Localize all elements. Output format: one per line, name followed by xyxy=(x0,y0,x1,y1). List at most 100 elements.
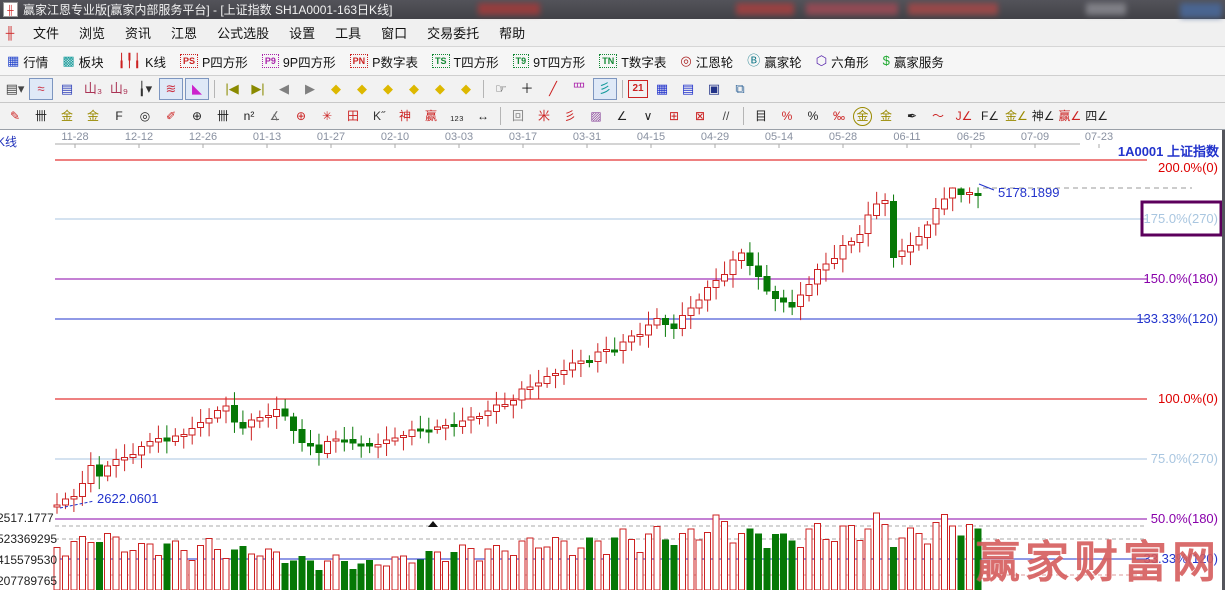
left-scale-value: 207789765 xyxy=(0,574,57,588)
save-icon[interactable]: ▣ xyxy=(702,78,726,100)
kline-button[interactable]: ╽╿╽K线 xyxy=(111,49,173,73)
ying-tool-icon[interactable]: 赢 xyxy=(419,105,443,127)
j-angle-icon[interactable]: J∠ xyxy=(952,105,976,127)
gold-tally-icon[interactable]: 金 xyxy=(55,105,79,127)
shen-tool-icon[interactable]: 神 xyxy=(393,105,417,127)
permille-icon[interactable]: ‰ xyxy=(827,105,851,127)
gold-tally2-icon[interactable]: 金 xyxy=(81,105,105,127)
percent-icon[interactable]: % xyxy=(801,105,825,127)
diamond-cross-icon[interactable]: ◆ xyxy=(402,78,426,100)
goto-last-icon[interactable]: ▶| xyxy=(246,78,270,100)
pencil-tool-icon[interactable]: ✎ xyxy=(3,105,27,127)
scale-list-icon[interactable]: 目 xyxy=(749,105,773,127)
k-marks-icon[interactable]: K˝ xyxy=(367,105,391,127)
f-angle-icon[interactable]: F∠ xyxy=(978,105,1002,127)
gold-wave-icon[interactable]: 〜 xyxy=(926,105,950,127)
ink-brush-icon[interactable]: ✒ xyxy=(900,105,924,127)
menu-item-文件[interactable]: 文件 xyxy=(23,23,69,42)
menu-item-交易委托[interactable]: 交易委托 xyxy=(417,23,489,42)
diamond-star-icon[interactable]: ◆ xyxy=(428,78,452,100)
remote-pc-icon[interactable]: ⧉ xyxy=(728,78,752,100)
blurred-decal xyxy=(478,3,540,15)
diamond-left-icon[interactable]: ◆ xyxy=(324,78,348,100)
ruler-123-icon[interactable]: ₁₂₃ xyxy=(445,105,469,127)
goto-first-icon[interactable]: |◀ xyxy=(220,78,244,100)
tally2-icon[interactable]: 卌 xyxy=(211,105,235,127)
hexagon-button[interactable]: ⬡六角形 xyxy=(809,49,876,73)
menu-item-公式选股[interactable]: 公式选股 xyxy=(207,23,279,42)
t-table-button[interactable]: TNT数字表 xyxy=(592,49,673,73)
quotes-button[interactable]: ▦行情 xyxy=(0,49,55,73)
target-icon[interactable]: ⊕ xyxy=(289,105,313,127)
h-range-icon[interactable]: ↔ xyxy=(471,105,495,127)
zigzag-red-icon[interactable]: ≋ xyxy=(159,78,183,100)
t-square-button[interactable]: TST四方形 xyxy=(425,49,506,73)
menu-item-帮助[interactable]: 帮助 xyxy=(489,23,535,42)
angle-lines-icon[interactable]: ∠ xyxy=(610,105,634,127)
frame-handles-icon[interactable]: 回 xyxy=(506,105,530,127)
trendline-tool-icon[interactable]: ╱ xyxy=(541,78,565,100)
winner-service-button[interactable]: $赢家服务 xyxy=(876,49,951,73)
diamond-h-icon[interactable]: ◆ xyxy=(376,78,400,100)
angle-a-icon[interactable]: ∡ xyxy=(263,105,287,127)
f-tally-icon[interactable]: F xyxy=(107,105,131,127)
gann-box-tool-icon[interactable]: 罒 xyxy=(567,78,591,100)
kline-chart-canvas[interactable]: 11-2812-1212-2601-1301-2702-1003-0303-17… xyxy=(0,130,1225,590)
9t-square-button[interactable]: T99T四方形 xyxy=(506,49,593,73)
gann-wheel-button[interactable]: ◎江恩轮 xyxy=(673,49,740,73)
grid-plus-icon[interactable]: ⊞ xyxy=(662,105,686,127)
si-angle-icon[interactable]: 四∠ xyxy=(1084,105,1109,127)
diamond-right-icon[interactable]: ◆ xyxy=(350,78,374,100)
menu-item-设置[interactable]: 设置 xyxy=(279,23,325,42)
calculator-icon[interactable]: ▦ xyxy=(650,78,674,100)
n-square-icon[interactable]: n² xyxy=(237,105,261,127)
winner-wheel-button[interactable]: Ⓑ赢家轮 xyxy=(740,49,809,73)
menu-item-江恩[interactable]: 江恩 xyxy=(161,23,207,42)
percent-angle-icon[interactable]: % xyxy=(775,105,799,127)
menu-item-窗口[interactable]: 窗口 xyxy=(371,23,417,42)
red-grid-icon[interactable]: 田 xyxy=(341,105,365,127)
color-wave-icon[interactable]: 彡 xyxy=(593,78,617,100)
svg-text:04-29: 04-29 xyxy=(701,131,729,143)
tally-grid-icon[interactable]: 卌 xyxy=(29,105,53,127)
red-pencil-icon[interactable]: ✐ xyxy=(159,105,183,127)
window-controls-blur[interactable] xyxy=(1180,3,1222,18)
view-dropdown[interactable]: ▤▾ xyxy=(3,78,27,100)
v-lines-icon[interactable]: ∨ xyxy=(636,105,660,127)
menu-item-资讯[interactable]: 资讯 xyxy=(115,23,161,42)
notepad-icon[interactable]: ▤ xyxy=(676,78,700,100)
mountain-9-icon[interactable]: 山₉ xyxy=(107,78,131,100)
sectors-button[interactable]: ▩板块 xyxy=(55,49,110,73)
title-bar[interactable]: ╫ 赢家江恩专业版[赢家内部服务平台] - [上证指数 SH1A0001-163… xyxy=(0,0,1225,19)
hand-tool-icon[interactable]: ☞ xyxy=(489,78,513,100)
ray-burst-icon[interactable]: 米 xyxy=(532,105,556,127)
step-back-icon[interactable]: ◀ xyxy=(272,78,296,100)
zigzag-frame-icon[interactable]: ≈ xyxy=(29,78,53,100)
mountain-3-icon[interactable]: 山₃ xyxy=(81,78,105,100)
info-doc-icon[interactable]: ▤ xyxy=(55,78,79,100)
p-table-button[interactable]: PNP数字表 xyxy=(343,49,425,73)
parallel-lines-icon[interactable]: // xyxy=(714,105,738,127)
crosshair-tool-icon[interactable]: ＋ xyxy=(515,78,539,100)
grid-x-icon[interactable]: ⊠ xyxy=(688,105,712,127)
shaded-fan-icon[interactable]: ▨ xyxy=(584,105,608,127)
candle-style-dropdown[interactable]: ╽▾ xyxy=(133,78,157,100)
p-square-button[interactable]: PSP四方形 xyxy=(173,49,255,73)
9p-square-button[interactable]: P99P四方形 xyxy=(255,49,343,73)
gann-level-label: 100.0%(0) xyxy=(1158,391,1218,406)
menu-item-浏览[interactable]: 浏览 xyxy=(69,23,115,42)
circle-scale-icon[interactable]: ⊕ xyxy=(185,105,209,127)
star-burst-icon[interactable]: ✳ xyxy=(315,105,339,127)
ray-fan-icon[interactable]: 彡 xyxy=(558,105,582,127)
shen-angle-icon[interactable]: 神∠ xyxy=(1031,105,1056,127)
gold-lines-icon[interactable]: 金 xyxy=(874,105,898,127)
diamond-all-icon[interactable]: ◆ xyxy=(454,78,478,100)
gold-angle-icon[interactable]: 金∠ xyxy=(1004,105,1029,127)
calendar-icon[interactable]: 21 xyxy=(628,80,648,98)
spiral-icon[interactable]: ◎ xyxy=(133,105,157,127)
ying-angle-icon[interactable]: 赢∠ xyxy=(1058,105,1083,127)
gold-circle-icon[interactable]: 金 xyxy=(853,107,872,126)
menu-item-工具[interactable]: 工具 xyxy=(325,23,371,42)
step-forward-icon[interactable]: ▶ xyxy=(298,78,322,100)
peaks-color-icon[interactable]: ◣ xyxy=(185,78,209,100)
